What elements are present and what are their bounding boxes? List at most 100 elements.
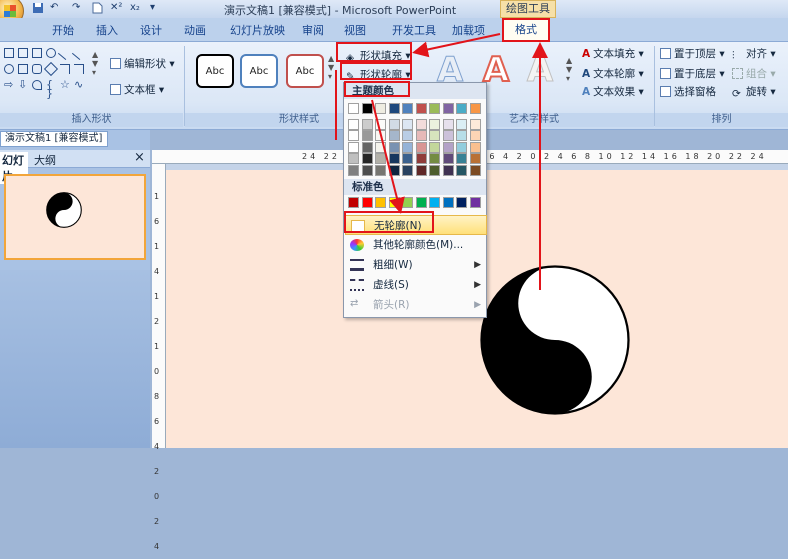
send-to-back-button[interactable]: 置于底层 ▾: [660, 66, 725, 81]
qat-customize-icon[interactable]: ▾: [150, 2, 155, 16]
theme-color-swatch[interactable]: [456, 130, 467, 141]
standard-color-swatch[interactable]: [469, 197, 481, 208]
oval-shape-icon[interactable]: [46, 48, 56, 58]
star-shape-icon[interactable]: ☆: [60, 79, 70, 90]
gallery-scroll-icon[interactable]: ▲ ▼ ▾: [92, 50, 98, 77]
theme-color-swatch[interactable]: [469, 164, 481, 176]
elbow-arrow-shape-icon[interactable]: [74, 64, 84, 74]
standard-color-swatch[interactable]: [429, 197, 440, 208]
theme-color-swatch[interactable]: [429, 141, 440, 153]
shape-fill-button[interactable]: ◈ 形状填充 ▾: [346, 48, 411, 64]
tab-design[interactable]: 设计: [140, 22, 162, 42]
undo-icon[interactable]: ↶: [50, 2, 58, 16]
theme-color-swatch[interactable]: [415, 153, 427, 164]
theme-color-swatch[interactable]: [361, 118, 373, 130]
align-button[interactable]: ⫶ 对齐 ▾: [732, 46, 776, 62]
theme-color-swatch[interactable]: [402, 164, 413, 176]
shapes-gallery[interactable]: ⇨ ⇩ { } ☆ ∿ ▲ ▼ ▾: [2, 45, 100, 106]
arrows-item[interactable]: ⇄ 箭头(R) ▶: [345, 295, 487, 315]
theme-color-swatch[interactable]: [469, 141, 481, 153]
theme-color-swatch[interactable]: [442, 164, 454, 176]
yin-yang-shape[interactable]: [480, 262, 630, 418]
theme-color-swatch[interactable]: [442, 141, 454, 153]
textbox-shape-icon[interactable]: [18, 48, 28, 58]
theme-color-swatch[interactable]: [429, 164, 440, 176]
curve-shape-icon[interactable]: ∿: [74, 79, 84, 90]
diamond-shape-icon[interactable]: [43, 61, 59, 77]
theme-color-swatch[interactable]: [375, 118, 386, 130]
theme-color-swatch[interactable]: [456, 118, 467, 130]
text-outline-button[interactable]: A 文本轮廓 ▾: [582, 66, 644, 81]
theme-color-swatch[interactable]: [348, 141, 359, 153]
theme-color-swatch[interactable]: [469, 103, 481, 114]
rectangle-shape-icon[interactable]: [4, 48, 14, 58]
tab-animation[interactable]: 动画: [184, 22, 206, 42]
arrow-shape-icon[interactable]: [71, 45, 87, 61]
new-document-icon[interactable]: [92, 2, 103, 16]
group-button[interactable]: 组合 ▾: [732, 66, 776, 81]
theme-color-swatch[interactable]: [402, 118, 413, 130]
wordart-gallery-scroll-icon[interactable]: ▲ ▼ ▾: [566, 56, 572, 83]
theme-color-swatch[interactable]: [415, 118, 427, 130]
textbox-button[interactable]: 文本框 ▾: [110, 82, 164, 97]
theme-color-swatch[interactable]: [388, 153, 400, 164]
theme-color-swatch[interactable]: [415, 141, 427, 153]
circle-shape-icon[interactable]: [4, 64, 14, 74]
tab-outline[interactable]: 大纲: [34, 152, 56, 168]
theme-color-swatch[interactable]: [375, 141, 386, 153]
shape-style-red[interactable]: Abc: [286, 54, 324, 88]
theme-color-swatch[interactable]: [429, 118, 440, 130]
theme-color-swatch[interactable]: [442, 118, 454, 130]
theme-color-swatch[interactable]: [456, 103, 467, 114]
theme-color-swatch[interactable]: [348, 130, 359, 141]
shape-style-black[interactable]: Abc: [196, 54, 234, 88]
theme-color-swatch[interactable]: [469, 153, 481, 164]
more-colors-item[interactable]: 其他轮廓颜色(M)...: [345, 235, 487, 255]
theme-color-swatch[interactable]: [348, 103, 359, 114]
save-icon[interactable]: [32, 2, 44, 16]
theme-color-swatch[interactable]: [442, 130, 454, 141]
standard-color-swatch[interactable]: [402, 197, 413, 208]
text-effects-button[interactable]: A 文本效果 ▾: [582, 84, 644, 99]
shape-outline-button[interactable]: ✎ 形状轮廓 ▾: [346, 67, 411, 83]
theme-color-swatch[interactable]: [469, 118, 481, 130]
callout-shape-icon[interactable]: [32, 80, 42, 90]
theme-color-swatch[interactable]: [415, 164, 427, 176]
theme-color-swatch[interactable]: [415, 103, 427, 114]
tab-developer[interactable]: 开发工具: [392, 22, 436, 42]
square-shape-icon[interactable]: [18, 64, 28, 74]
tab-home[interactable]: 开始: [52, 22, 74, 42]
shape-style-blue[interactable]: Abc: [240, 54, 278, 88]
theme-color-swatch[interactable]: [456, 153, 467, 164]
theme-color-swatch[interactable]: [402, 141, 413, 153]
tab-insert[interactable]: 插入: [96, 22, 118, 42]
edit-shape-button[interactable]: 编辑形状 ▾: [110, 56, 175, 71]
theme-color-swatch[interactable]: [442, 153, 454, 164]
theme-color-swatch[interactable]: [402, 130, 413, 141]
image-shape-icon[interactable]: [32, 48, 42, 58]
theme-color-swatch[interactable]: [361, 153, 373, 164]
theme-color-swatch[interactable]: [361, 164, 373, 176]
theme-color-swatch[interactable]: [361, 141, 373, 153]
redo-icon[interactable]: ↷: [72, 2, 80, 16]
down-arrow-shape-icon[interactable]: ⇩: [18, 79, 28, 90]
right-arrow-shape-icon[interactable]: ⇨: [4, 79, 14, 90]
text-fill-button[interactable]: A 文本填充 ▾: [582, 46, 644, 61]
theme-color-swatch[interactable]: [375, 103, 386, 114]
tab-addins[interactable]: 加载项: [452, 22, 485, 42]
line-shape-icon[interactable]: [57, 45, 73, 61]
elbow-shape-icon[interactable]: [60, 64, 70, 74]
close-panel-icon[interactable]: ×: [134, 150, 145, 165]
tab-format[interactable]: 格式: [502, 18, 550, 42]
theme-color-swatch[interactable]: [375, 153, 386, 164]
theme-color-swatch[interactable]: [429, 103, 440, 114]
document-tab[interactable]: 演示文稿1 [兼容模式]: [0, 131, 108, 147]
theme-color-swatch[interactable]: [402, 153, 413, 164]
theme-color-swatch[interactable]: [388, 130, 400, 141]
wordart-style-gray[interactable]: A: [522, 50, 558, 91]
selection-pane-button[interactable]: 选择窗格: [660, 84, 716, 99]
tab-review[interactable]: 审阅: [302, 22, 324, 42]
standard-color-swatch[interactable]: [361, 197, 373, 208]
theme-color-swatch[interactable]: [469, 130, 481, 141]
theme-color-swatch[interactable]: [388, 164, 400, 176]
